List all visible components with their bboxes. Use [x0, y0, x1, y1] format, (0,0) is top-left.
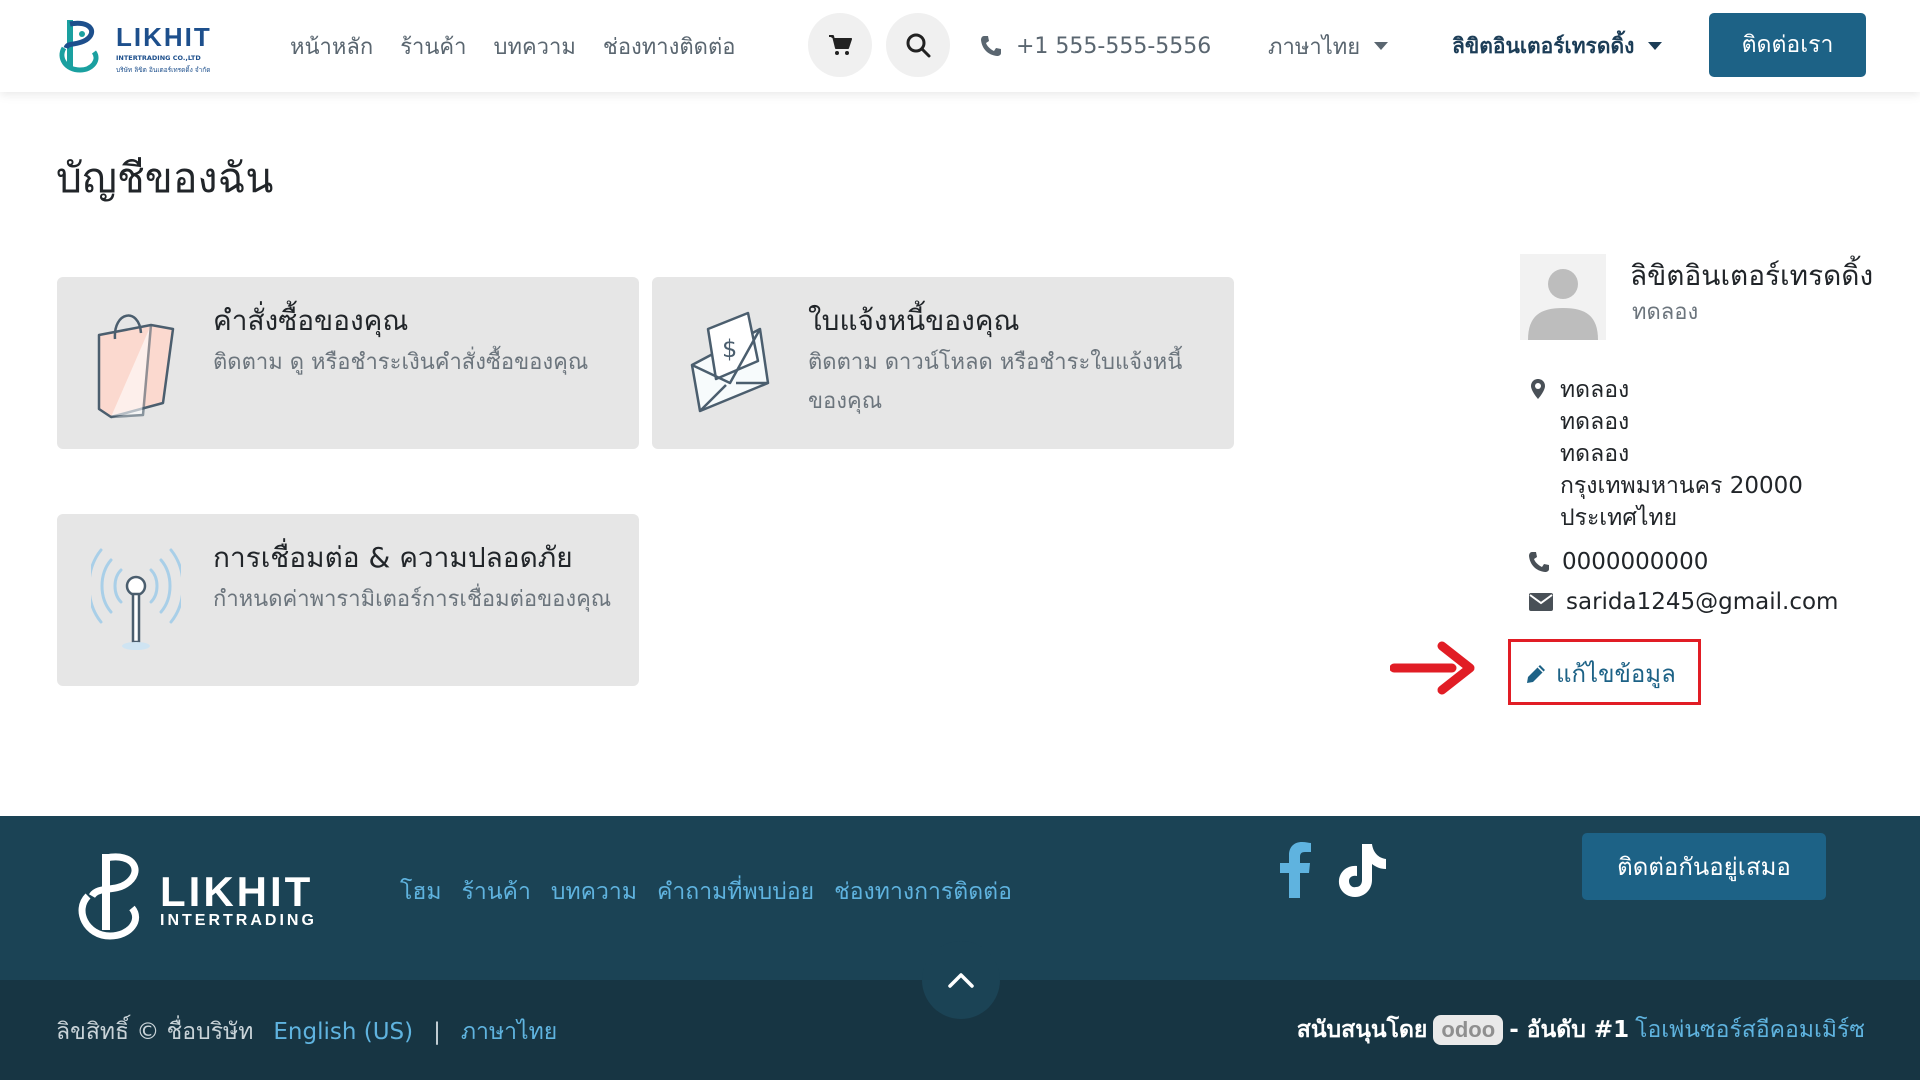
address-line: ทดลอง	[1560, 377, 1630, 403]
profile-name: ลิขิตอินเตอร์เทรดดิ้ง	[1630, 259, 1874, 292]
footer-nav-home[interactable]: โฮม	[400, 874, 442, 910]
user-name: ลิขิตอินเตอร์เทรดดิ้ง	[1452, 33, 1635, 58]
chevron-up-icon	[948, 973, 974, 988]
svg-text:$: $	[722, 335, 737, 363]
address-line: ทดลอง	[1560, 409, 1630, 435]
page-title: บัญชีของฉัน	[56, 154, 274, 202]
footer-logo-text: LIKHIT	[160, 868, 314, 915]
search-icon	[906, 33, 931, 58]
tiktok-icon[interactable]	[1336, 842, 1388, 898]
profile-email: sarida1245@gmail.com	[1566, 589, 1839, 615]
language-english-link[interactable]: English (US)	[273, 1019, 413, 1045]
footer-nav: โฮม ร้านค้า บทความ คำถามที่พบบ่อย ช่องทา…	[400, 874, 1012, 910]
card-security[interactable]: การเชื่อมต่อ & ความปลอดภัย กำหนดค่าพาราม…	[57, 514, 639, 686]
copyright-text: ลิขสิทธิ์ © ชื่อบริษัท	[56, 1019, 254, 1045]
avatar	[1520, 254, 1606, 340]
footer-nav-faq[interactable]: คำถามที่พบบ่อย	[657, 874, 814, 910]
address-line: ประเทศไทย	[1560, 505, 1678, 531]
shopping-bag-icon	[97, 314, 175, 419]
profile-address: ทดลอง ทดลอง ทดลอง กรุงเทพมหานคร 20000 ปร…	[1560, 374, 1803, 534]
antenna-icon	[91, 548, 181, 650]
chevron-down-icon	[1374, 42, 1389, 50]
profile-subtitle: ทดลอง	[1632, 300, 1699, 325]
logo-mark-icon	[59, 20, 99, 73]
profile-phone-row: 0000000000	[1528, 549, 1708, 575]
back-to-top-button[interactable]	[922, 941, 1000, 1019]
edit-profile-label: แก้ไขข้อมูล	[1556, 660, 1676, 688]
chevron-down-icon	[1648, 42, 1663, 50]
logo-text: LIKHIT	[116, 22, 212, 52]
site-header: LIKHIT INTERTRADING CO.,LTD บริษัท ลิขิต…	[0, 0, 1920, 92]
nav-blog[interactable]: บทความ	[493, 29, 575, 64]
footer-logo-mark-icon	[78, 853, 140, 940]
user-avatar-icon	[1528, 269, 1598, 340]
footer-nav-blog[interactable]: บทความ	[551, 874, 637, 910]
card-description: ติดตาม ดู หรือชำระเงินคำสั่งซื้อของคุณ	[213, 350, 589, 375]
footer-nav-contact[interactable]: ช่องทางการติดต่อ	[834, 874, 1012, 910]
language-selector[interactable]: ภาษาไทย	[1268, 0, 1389, 92]
nav-contact[interactable]: ช่องทางติดต่อ	[603, 29, 736, 64]
language-separator: |	[433, 1019, 441, 1045]
footer-logo[interactable]: LIKHIT INTERTRADING	[68, 846, 348, 946]
card-title: การเชื่อมต่อ & ความปลอดภัย	[213, 541, 573, 574]
envelope-icon	[1529, 593, 1553, 611]
card-description: กำหนดค่าพารามิเตอร์การเชื่อมต่อของคุณ	[213, 587, 612, 612]
address-line: ทดลอง	[1560, 441, 1630, 467]
pencil-icon	[1527, 664, 1545, 683]
cart-icon	[829, 35, 852, 55]
profile-email-row: sarida1245@gmail.com	[1528, 589, 1838, 615]
rank-text: - อันดับ #1	[1509, 1017, 1630, 1043]
profile-phone: 0000000000	[1562, 549, 1709, 575]
brand-logo[interactable]: LIKHIT INTERTRADING CO.,LTD บริษัท ลิขิต…	[56, 14, 236, 76]
main-nav: หน้าหลัก ร้านค้า บทความ ช่องทางติดต่อ	[290, 0, 735, 92]
user-menu[interactable]: ลิขิตอินเตอร์เทรดดิ้ง	[1452, 0, 1663, 92]
copyright-bar: ลิขสิทธิ์ © ชื่อบริษัท English (US) | ภา…	[56, 1014, 557, 1050]
language-label: ภาษาไทย	[1268, 34, 1361, 60]
logo-subtitle-th: บริษัท ลิขิต อินเตอร์เทรดดิ้ง จำกัด	[116, 66, 211, 74]
footer-logo-subtitle: INTERTRADING	[160, 912, 317, 929]
facebook-icon[interactable]	[1280, 842, 1312, 898]
nav-home[interactable]: หน้าหลัก	[290, 29, 373, 64]
card-title: ใบแจ้งหนี้ของคุณ	[808, 304, 1020, 337]
footer-nav-shop[interactable]: ร้านค้า	[462, 874, 531, 910]
logo-subtitle: INTERTRADING CO.,LTD	[116, 54, 201, 62]
footer-contact-button[interactable]: ติดต่อกันอยู่เสมอ	[1582, 833, 1826, 900]
header-phone[interactable]: +1 555-555-5556	[980, 0, 1211, 92]
card-invoices[interactable]: $ ใบแจ้งหนี้ของคุณ ติดตาม ดาวน์โหลด หรือ…	[652, 277, 1234, 449]
cart-button[interactable]	[808, 13, 872, 77]
powered-by: สนับสนุนโดย odoo - อันดับ #1 โอเพ่นซอร์ส…	[1297, 1012, 1865, 1048]
phone-icon	[1529, 552, 1549, 572]
red-arrow-annotation	[1390, 641, 1475, 695]
address-line: กรุงเทพมหานคร 20000	[1560, 473, 1803, 499]
search-button[interactable]	[886, 13, 950, 77]
card-orders[interactable]: คำสั่งซื้อของคุณ ติดตาม ดู หรือชำระเงินค…	[57, 277, 639, 449]
odoo-logo[interactable]: odoo	[1433, 1015, 1504, 1045]
phone-number: +1 555-555-5556	[1016, 33, 1212, 59]
map-marker-icon	[1531, 379, 1545, 399]
edit-profile-link[interactable]: แก้ไขข้อมูล	[1524, 654, 1676, 693]
contact-us-button[interactable]: ติดต่อเรา	[1709, 13, 1866, 77]
nav-shop[interactable]: ร้านค้า	[400, 29, 466, 64]
ecommerce-link[interactable]: โอเพ่นซอร์สอีคอมเมิร์ซ	[1635, 1012, 1865, 1048]
card-title: คำสั่งซื้อของคุณ	[213, 304, 409, 337]
invoice-envelope-icon: $	[690, 311, 770, 413]
powered-by-label: สนับสนุนโดย	[1296, 1017, 1428, 1043]
phone-icon	[981, 36, 1001, 56]
language-thai-link[interactable]: ภาษาไทย	[461, 1014, 557, 1050]
card-description: ติดตาม ดาวน์โหลด หรือชำระใบแจ้งหนี้ของคุ…	[808, 350, 1183, 414]
